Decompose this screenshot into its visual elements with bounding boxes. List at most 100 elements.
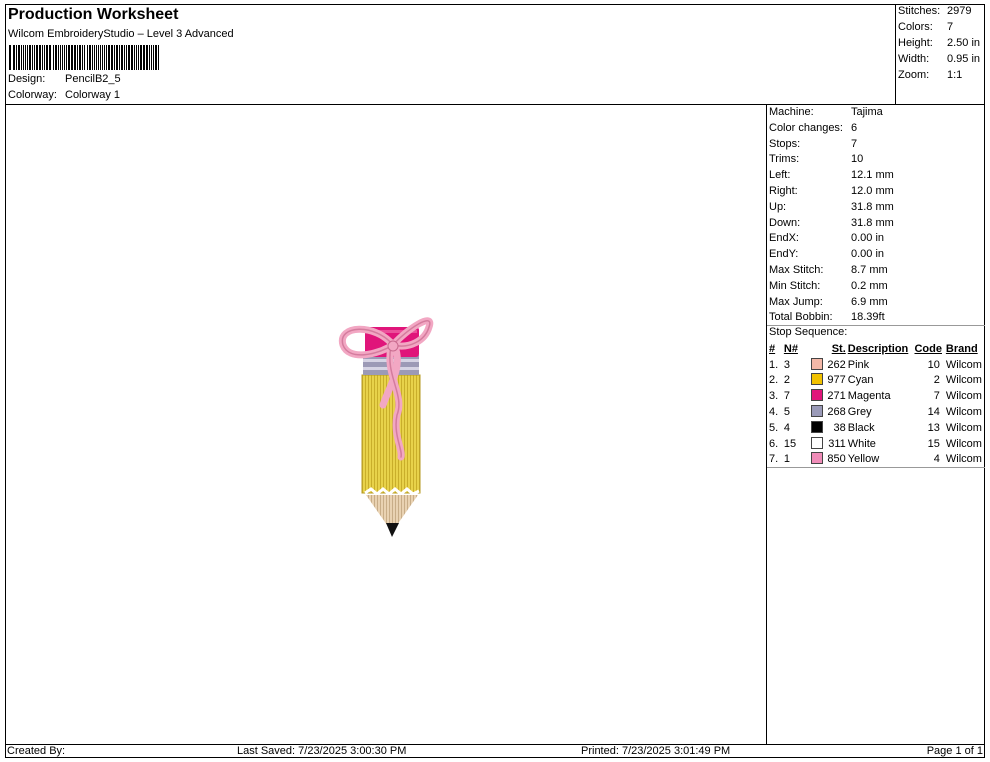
stop-brand: Wilcom: [945, 437, 982, 450]
summary-zoom: Zoom: 1:1: [898, 69, 963, 81]
machine-info-row: Machine: Tajima: [769, 106, 883, 118]
design-summary: Stitches: 2979 Colors: 7 Height: 2.50 in Wi…: [896, 4, 985, 105]
machine-info-label: Min Stitch:: [769, 279, 821, 292]
stop-st: 271: [827, 390, 846, 403]
stop-n: 3: [783, 358, 790, 371]
stop-code: 10: [927, 358, 940, 371]
stop-code: 15: [927, 437, 940, 450]
machine-info-label: Trims:: [769, 153, 800, 166]
machine-info-row: Max Stitch: 8.7 mm: [769, 264, 888, 276]
design-row: Design: PencilB2_5: [8, 73, 121, 85]
machine-info-row: EndY: 0.00 in: [769, 248, 884, 260]
color-swatch: [810, 405, 823, 418]
barcode-icon: [9, 45, 159, 70]
color-swatch-cell: [809, 436, 825, 452]
machine-info-row: Up: 31.8 mm: [769, 201, 894, 213]
machine-info-label: Total Bobbin:: [769, 311, 833, 324]
machine-info-row: Trims: 10: [769, 153, 863, 165]
stop-brand: Wilcom: [945, 390, 982, 403]
color-swatch-cell: [809, 404, 825, 420]
colorway-value: Colorway 1: [65, 89, 121, 101]
machine-info-label: Max Jump:: [769, 295, 823, 308]
machine-info-value: Tajima: [851, 106, 883, 118]
machine-info-value: 6: [851, 121, 858, 134]
machine-info-row: Color changes: 6: [769, 122, 857, 134]
machine-info-value: 31.8 mm: [851, 200, 894, 213]
stop-n: 1: [783, 453, 790, 466]
machine-info-row: Max Jump: 6.9 mm: [769, 296, 888, 308]
stop-sequence-header: # N# St. Description Code Brand: [769, 342, 978, 355]
summary-width: Width: 0.95 in: [898, 53, 981, 65]
page-number: Page 1 of 1: [926, 745, 983, 757]
machine-info-label: Stops:: [769, 137, 801, 150]
pencil-design-image: [338, 317, 434, 537]
stop-code: 2: [933, 374, 940, 387]
stop-st: 262: [827, 358, 846, 371]
machine-info-label: Right:: [769, 185, 798, 197]
stop-desc: White: [847, 437, 876, 450]
machine-info-row: EndX: 0.00 in: [769, 232, 884, 244]
stop-n: 2: [783, 374, 790, 387]
stop-num: 7.: [769, 453, 779, 466]
machine-info-row: Left: 12.1 mm: [769, 169, 894, 181]
stop-sequence-table: # N# St. Description Code Brand 1. 3 262 Pi…: [767, 341, 985, 467]
color-swatch-cell: [809, 388, 825, 404]
machine-info-value: 12.0 mm: [851, 185, 894, 197]
machine-info-value: 31.8 mm: [851, 216, 894, 229]
summary-height: Height: 2.50 in: [898, 37, 981, 49]
divider: [767, 467, 985, 468]
machine-info-label: Left:: [769, 169, 791, 182]
stop-desc: Pink: [847, 358, 870, 371]
machine-info-label: Color changes:: [769, 121, 843, 134]
stop-num: 3.: [769, 390, 779, 403]
stop-sequence-row: 3. 7 271 Magenta 7 Wilcom: [767, 388, 985, 404]
machine-info-label: Up:: [769, 200, 787, 213]
machine-info-label: Machine:: [769, 106, 814, 118]
stop-num: 6.: [769, 437, 779, 450]
stop-brand: Wilcom: [945, 421, 982, 434]
stop-code: 4: [933, 453, 940, 466]
stop-num: 1.: [769, 358, 779, 371]
stop-sequence-title: Stop Sequence:: [769, 326, 848, 338]
page-title: Production Worksheet: [8, 6, 179, 23]
machine-info-panel: Machine: Tajima Color changes: 6 Stops: 7 Trim…: [767, 105, 985, 744]
machine-info-label: Max Stitch:: [769, 264, 824, 276]
worksheet-footer: Created By: Last Saved: 7/23/2025 3:00:3…: [5, 744, 985, 758]
stop-code: 7: [933, 390, 940, 403]
colorway-label: Colorway:: [8, 89, 57, 101]
design-label: Design:: [8, 73, 46, 85]
colorway-row: Colorway: Colorway 1: [8, 89, 120, 101]
stop-sequence-row: 2. 2 977 Cyan 2 Wilcom: [767, 373, 985, 389]
stop-st: 311: [828, 437, 846, 450]
stop-sequence-row: 7. 1 850 Yellow 4 Wilcom: [767, 452, 985, 468]
stop-st: 850: [827, 453, 846, 466]
color-swatch-cell: [809, 373, 825, 389]
machine-info-value: 8.7 mm: [851, 264, 888, 276]
stop-sequence-row: 5. 4 38 Black 13 Wilcom: [767, 420, 985, 436]
stop-code: 14: [927, 406, 940, 419]
machine-info-label: EndX:: [769, 232, 799, 245]
stop-desc: Grey: [847, 406, 872, 419]
machine-info-row: Stops: 7: [769, 138, 857, 150]
stop-n: 5: [783, 406, 790, 419]
created-by: Created By:: [7, 745, 66, 757]
stop-desc: Cyan: [847, 374, 874, 387]
stop-num: 4.: [769, 406, 779, 419]
software-subtitle: Wilcom EmbroideryStudio – Level 3 Advanc…: [8, 28, 234, 40]
color-swatch: [810, 452, 823, 465]
stop-brand: Wilcom: [945, 406, 982, 419]
stop-num: 2.: [769, 374, 779, 387]
color-swatch-cell: [809, 357, 825, 373]
machine-info-value: 0.2 mm: [851, 279, 888, 292]
color-swatch: [810, 357, 823, 370]
stop-brand: Wilcom: [945, 374, 982, 387]
stop-brand: Wilcom: [945, 453, 982, 466]
color-swatch: [810, 420, 823, 433]
stop-n: 7: [783, 390, 790, 403]
color-swatch-cell: [809, 420, 825, 436]
stop-desc: Magenta: [847, 390, 891, 403]
machine-info-value: 12.1 mm: [851, 169, 894, 182]
machine-info-value: 10: [851, 153, 864, 166]
stop-st: 977: [827, 374, 846, 387]
stop-n: 4: [783, 421, 790, 434]
